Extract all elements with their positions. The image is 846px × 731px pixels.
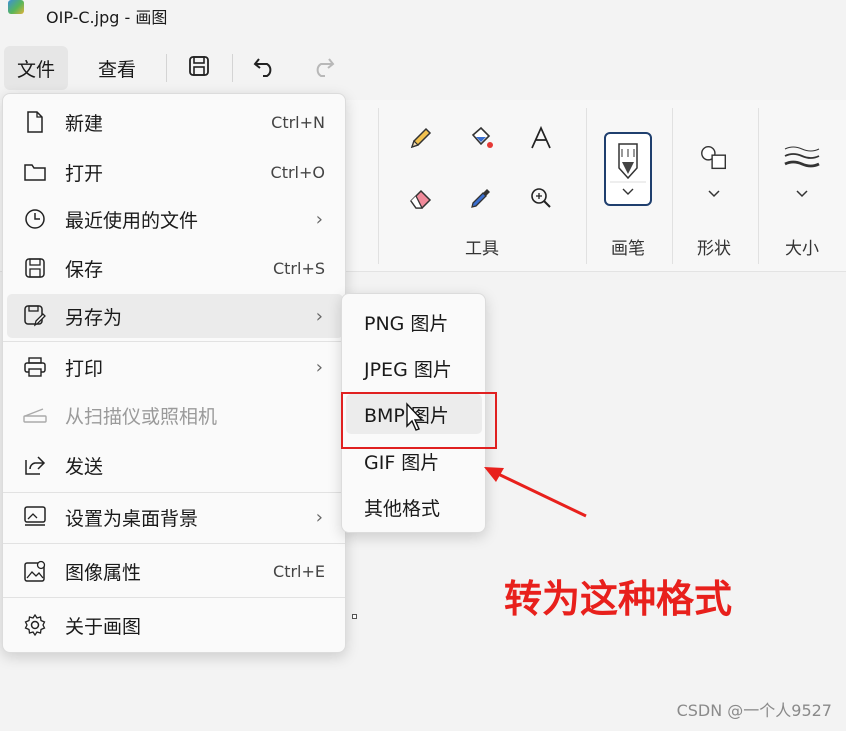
text-icon[interactable] [525, 122, 557, 154]
menu-item-desktop-background[interactable]: 设置为桌面背景 › [7, 495, 343, 539]
menu-item-recent[interactable]: 最近使用的文件 › [7, 197, 343, 241]
watermark: CSDN @一个人9527 [676, 701, 832, 720]
menu-item-about[interactable]: 关于画图 [7, 603, 343, 647]
color-picker-icon[interactable] [465, 182, 497, 214]
undo-icon[interactable] [250, 50, 280, 82]
menu-divider [3, 341, 345, 342]
stroke-size-icon[interactable] [782, 142, 822, 174]
pencil-icon[interactable] [405, 122, 437, 154]
chevron-right-icon: › [315, 208, 323, 230]
menu-item-shortcut: Ctrl+N [271, 112, 325, 132]
ribbon-divider [378, 108, 379, 264]
share-icon [23, 454, 47, 476]
menu-item-label: 保存 [65, 258, 104, 281]
save-icon [23, 257, 47, 279]
shapes-chevron-down-icon[interactable] [698, 178, 730, 210]
menu-item-shortcut: Ctrl+S [272, 258, 325, 278]
submenu-item-png[interactable]: PNG 图片 [346, 302, 482, 342]
menu-item-print[interactable]: 打印 › [7, 345, 343, 389]
file-menu-button[interactable]: 文件 [4, 46, 68, 90]
menu-divider [3, 492, 345, 493]
menu-item-image-properties[interactable]: 图像属性 Ctrl+E [7, 549, 343, 593]
menu-item-label: 打印 [65, 357, 104, 380]
fill-icon[interactable] [465, 122, 497, 154]
desktop-background-icon [23, 506, 47, 528]
size-group-label: 大小 [785, 239, 819, 259]
brush-selector[interactable] [604, 132, 652, 206]
menu-divider [3, 597, 345, 598]
submenu-item-jpeg[interactable]: JPEG 图片 [346, 348, 482, 388]
menu-divider [3, 543, 345, 544]
menu-item-label: 打开 [65, 162, 104, 185]
menu-item-label: 发送 [65, 455, 104, 478]
menu-item-label: 关于画图 [65, 615, 142, 638]
ribbon-divider [586, 108, 587, 264]
menu-item-save-as[interactable]: 另存为 › [7, 294, 343, 338]
paint-app-icon [8, 0, 24, 14]
menubar-divider [232, 54, 233, 82]
menu-item-shortcut: Ctrl+O [270, 162, 325, 182]
printer-icon [23, 356, 47, 378]
open-folder-icon [23, 161, 47, 183]
menu-item-label: 新建 [65, 112, 104, 135]
settings-gear-icon [23, 614, 47, 636]
menu-item-scanner: 从扫描仪或照相机 [7, 393, 343, 437]
menu-item-label: 最近使用的文件 [65, 209, 199, 232]
menubar-divider [166, 54, 167, 82]
annotation-arrow-icon [484, 467, 587, 518]
menu-item-label: 图像属性 [65, 561, 142, 584]
shapes-group-label: 形状 [697, 239, 731, 259]
menu-item-shortcut: Ctrl+E [273, 561, 325, 581]
ribbon-divider [758, 108, 759, 264]
shapes-icon[interactable] [698, 142, 730, 174]
annotation-text: 转为这种格式 [504, 577, 733, 621]
eraser-icon[interactable] [405, 182, 437, 214]
new-file-icon [23, 111, 47, 133]
title-bar: OIP-C.jpg - 画图 [0, 0, 846, 32]
file-dropdown-menu: 新建 Ctrl+N 打开 Ctrl+O 最近使用的文件 › 保存 Ctrl+S … [2, 93, 346, 653]
brush-group-label: 画笔 [611, 239, 645, 259]
menu-item-send[interactable]: 发送 [7, 443, 343, 487]
window-title: OIP-C.jpg - 画图 [46, 8, 168, 27]
menu-item-label: 另存为 [65, 306, 123, 329]
menu-item-new[interactable]: 新建 Ctrl+N [7, 100, 343, 144]
scanner-icon [23, 404, 47, 426]
chevron-right-icon: › [315, 356, 323, 378]
ribbon-divider [672, 108, 673, 264]
menu-item-save[interactable]: 保存 Ctrl+S [7, 246, 343, 290]
magnifier-icon[interactable] [525, 182, 557, 214]
chevron-right-icon: › [315, 506, 323, 528]
chevron-right-icon: › [315, 305, 323, 327]
menu-item-open[interactable]: 打开 Ctrl+O [7, 150, 343, 194]
mouse-cursor-icon [406, 402, 424, 431]
submenu-item-other-formats[interactable]: 其他格式 [346, 487, 482, 527]
redo-icon[interactable] [308, 50, 338, 82]
save-icon[interactable] [184, 50, 214, 82]
canvas-resize-handle[interactable] [352, 614, 357, 619]
tools-group-label: 工具 [465, 239, 499, 259]
size-chevron-down-icon[interactable] [786, 178, 818, 210]
recent-clock-icon [23, 208, 47, 230]
view-menu-button[interactable]: 查看 [84, 46, 150, 90]
save-as-icon [23, 305, 47, 327]
menu-item-label: 设置为桌面背景 [65, 507, 199, 530]
menu-item-label: 从扫描仪或照相机 [65, 405, 218, 428]
image-properties-icon [23, 560, 47, 582]
menu-bar: 文件 查看 [0, 44, 846, 92]
